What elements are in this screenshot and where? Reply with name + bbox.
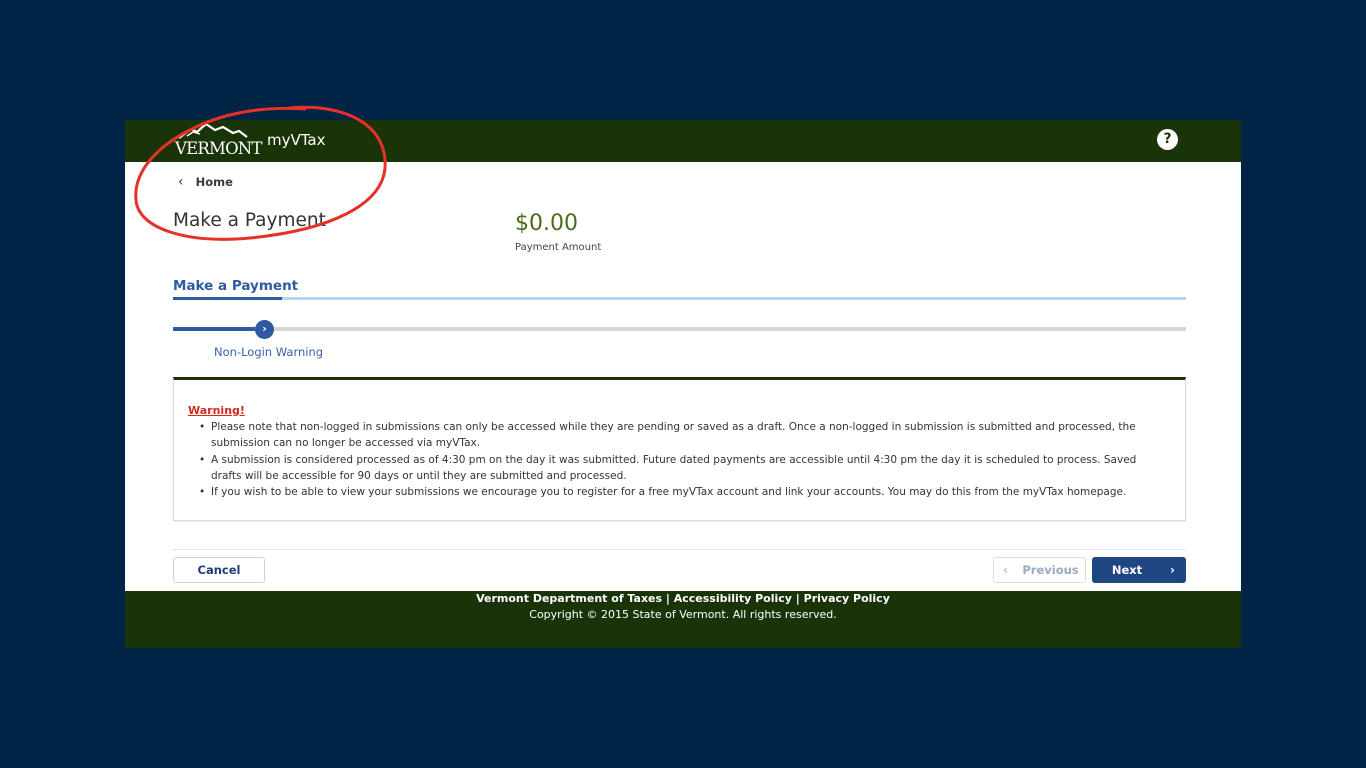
cancel-button-label: Cancel xyxy=(197,563,241,577)
footer-separator: | xyxy=(665,592,674,605)
footer-separator: | xyxy=(795,592,804,605)
footer-link-privacy[interactable]: Privacy Policy xyxy=(804,592,890,605)
footer-links: Vermont Department of Taxes | Accessibil… xyxy=(125,592,1241,605)
app-name[interactable]: myVTax xyxy=(267,131,326,149)
home-breadcrumb-link[interactable]: ‹ Home xyxy=(178,174,233,190)
tab-make-a-payment[interactable]: Make a Payment xyxy=(173,278,298,294)
top-header-bar: VERMONT myVTax ? xyxy=(125,120,1241,162)
next-button-label: Next xyxy=(1111,563,1143,577)
warning-panel: Warning! Please note that non-logged in … xyxy=(173,377,1186,521)
warning-list: Please note that non-logged in submissio… xyxy=(188,419,1168,501)
chevron-left-icon: ‹ xyxy=(178,174,184,190)
help-icon[interactable]: ? xyxy=(1157,129,1178,150)
page-title: Make a Payment xyxy=(173,210,326,231)
divider xyxy=(173,549,1186,550)
home-link-label: Home xyxy=(195,175,233,189)
chevron-left-icon: ‹ xyxy=(1003,563,1008,577)
footer-link-accessibility[interactable]: Accessibility Policy xyxy=(674,592,792,605)
progress-fill xyxy=(173,327,255,331)
previous-button-label: Previous xyxy=(1022,563,1079,577)
myvtax-window: VERMONT myVTax ? ‹ Home Make a Payment $… xyxy=(125,120,1241,648)
tab-active-indicator xyxy=(173,297,282,300)
footer-link-dept[interactable]: Vermont Department of Taxes xyxy=(476,592,662,605)
payment-amount-value: $0.00 xyxy=(515,211,578,236)
footer: Vermont Department of Taxes | Accessibil… xyxy=(125,591,1241,648)
step-chevron-right-icon[interactable]: › xyxy=(255,320,274,339)
logo-text: VERMONT xyxy=(175,139,262,158)
progress-track xyxy=(173,327,1186,331)
cancel-button[interactable]: Cancel xyxy=(173,557,265,583)
step-label-non-login-warning[interactable]: Non-Login Warning xyxy=(214,345,323,359)
warning-item: If you wish to be able to view your subm… xyxy=(188,484,1168,501)
payment-amount-label: Payment Amount xyxy=(515,242,602,253)
warning-item: A submission is considered processed as … xyxy=(188,452,1168,485)
footer-copyright: Copyright © 2015 State of Vermont. All r… xyxy=(529,608,837,621)
tab-underline xyxy=(173,297,1186,300)
warning-title: Warning! xyxy=(188,404,245,417)
previous-button[interactable]: ‹ Previous xyxy=(993,557,1086,583)
warning-item: Please note that non-logged in submissio… xyxy=(188,419,1168,452)
next-button[interactable]: Next › xyxy=(1092,557,1186,583)
chevron-right-icon: › xyxy=(1170,563,1175,577)
